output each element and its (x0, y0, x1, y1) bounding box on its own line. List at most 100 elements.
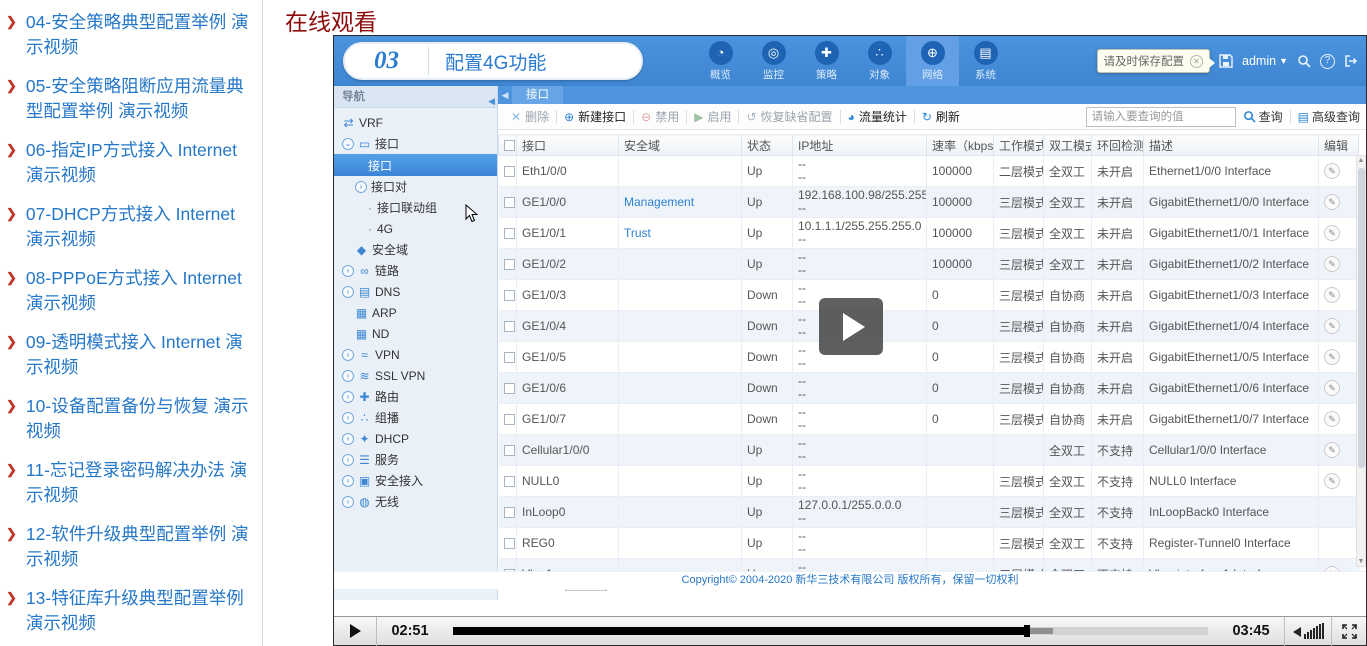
search-input[interactable] (1085, 106, 1236, 127)
expand-icon[interactable]: › (342, 390, 354, 403)
column-header[interactable]: 安全域 (618, 134, 742, 156)
nav-item-wireless[interactable]: › ◍ 无线 (334, 491, 497, 512)
tutorial-link[interactable]: ❯ 08-PPPoE方式接入 Internet 演示视频 (6, 266, 256, 316)
row-checkbox[interactable] (503, 321, 515, 333)
tutorial-link[interactable]: ❯ 07-DHCP方式接入 Internet 演示视频 (6, 202, 256, 252)
row-checkbox[interactable] (503, 476, 515, 488)
expand-icon[interactable]: › (342, 411, 354, 424)
nav-item-ssl-vpn[interactable]: › ≋ SSL VPN (334, 365, 497, 386)
top-nav-policy[interactable]: ✚ 策略 (800, 36, 853, 86)
column-header[interactable]: 工作模式 (993, 134, 1044, 156)
column-header[interactable]: IP地址 (792, 134, 927, 156)
tutorial-link[interactable]: ❯ 09-透明模式接入 Internet 演示视频 (6, 330, 256, 380)
expand-icon[interactable]: › (342, 348, 354, 361)
expand-icon[interactable]: › (342, 264, 354, 277)
row-checkbox[interactable] (503, 352, 515, 364)
expand-icon[interactable]: ⌄ (342, 137, 354, 150)
nav-collapse-icon[interactable]: ◀ (488, 90, 495, 112)
user-menu[interactable]: admin ▼ (1242, 54, 1288, 68)
edit-icon[interactable]: ✎ (1324, 256, 1340, 272)
nav-item-services[interactable]: › ☰ 服务 (334, 449, 497, 470)
edit-icon[interactable]: ✎ (1324, 349, 1340, 365)
save-icon[interactable] (1219, 54, 1233, 68)
panel-collapse-icon[interactable]: ◀ (498, 86, 512, 104)
scroll-down-icon[interactable]: ▼ (1357, 558, 1365, 565)
query-button[interactable]: 查询 (1243, 108, 1283, 125)
tutorial-link[interactable]: ❯ 12-软件升级典型配置举例 演示视频 (6, 522, 256, 572)
top-nav-system[interactable]: ▤ 系统 (959, 36, 1012, 86)
edit-icon[interactable]: ✎ (1324, 163, 1340, 179)
expand-icon[interactable]: › (342, 369, 354, 382)
row-checkbox[interactable] (503, 538, 515, 550)
seek-handle[interactable] (1023, 625, 1030, 637)
fullscreen-button[interactable] (1332, 623, 1366, 639)
top-nav-network[interactable]: ⊕ 网络 (906, 36, 959, 86)
row-checkbox[interactable] (503, 414, 515, 426)
column-header[interactable]: 接口 (516, 134, 619, 156)
nav-item-security-zone[interactable]: ◆ 安全域 (334, 239, 497, 260)
nav-item-interface-group[interactable]: ⌄ ▭ 接口 (334, 133, 497, 154)
expand-icon[interactable]: › (355, 180, 367, 193)
security-zone-link[interactable]: Management (624, 195, 694, 209)
column-header[interactable]: 速率（kbps） (926, 134, 994, 156)
top-nav-monitor[interactable]: ◎ 监控 (747, 36, 800, 86)
tab-interface[interactable]: 接口 (512, 86, 563, 104)
edit-icon[interactable]: ✎ (1324, 318, 1340, 334)
row-checkbox[interactable] (503, 507, 515, 519)
tutorial-link[interactable]: ❯ 04-安全策略典型配置举例 演示视频 (6, 10, 256, 60)
nav-item-vpn[interactable]: › ≈ VPN (334, 344, 497, 365)
nav-item-dhcp[interactable]: › ✦ DHCP (334, 428, 497, 449)
column-header[interactable]: 编辑 (1318, 134, 1359, 156)
row-checkbox[interactable] (503, 228, 515, 240)
expand-icon[interactable]: › (342, 495, 354, 508)
nav-item-vrf[interactable]: ⇄ VRF (334, 112, 497, 133)
edit-icon[interactable]: ✎ (1324, 194, 1340, 210)
disable-button[interactable]: ⊖ 禁用 (634, 108, 686, 125)
scrollbar-thumb[interactable] (1358, 168, 1365, 468)
nav-item-interface[interactable]: 接口 (334, 154, 497, 176)
row-checkbox[interactable] (503, 445, 515, 457)
tutorial-link[interactable]: ❯ 13-特征库升级典型配置举例 演示视频 (6, 586, 256, 636)
select-all-checkbox[interactable] (504, 140, 515, 152)
row-checkbox[interactable] (503, 166, 515, 178)
tutorial-link[interactable]: ❯ 06-指定IP方式接入 Internet 演示视频 (6, 138, 256, 188)
seek-bar[interactable] (453, 625, 1208, 637)
logout-icon[interactable] (1344, 54, 1358, 68)
edit-icon[interactable]: ✎ (1324, 442, 1340, 458)
play-button[interactable] (334, 624, 376, 638)
edit-icon[interactable]: ✎ (1324, 225, 1340, 241)
enable-button[interactable]: ▶ 启用 (687, 108, 738, 125)
nav-item-arp[interactable]: ▦ ARP (334, 302, 497, 323)
restore-default-button[interactable]: ↺ 恢复缺省配置 (739, 108, 839, 125)
volume-button[interactable] (1285, 623, 1331, 639)
row-checkbox[interactable] (503, 383, 515, 395)
scroll-up-icon[interactable]: ▲ (1357, 157, 1365, 164)
nav-item-multicast[interactable]: › ∴ 组播 (334, 407, 497, 428)
column-header[interactable]: 描述 (1143, 134, 1319, 156)
tutorial-link[interactable]: ❯ 10-设备配置备份与恢复 演示视频 (6, 394, 256, 444)
top-nav-overview[interactable]: ◔ 概览 (694, 36, 747, 86)
edit-icon[interactable]: ✎ (1324, 473, 1340, 489)
row-checkbox[interactable] (503, 259, 515, 271)
video-screen[interactable]: 03 配置4G功能 ◔ 概览 ◎ 监控 ✚ 策略 ∴ 对象 ⊕ 网络 ▤ 系统 请及时保存配置 ✕ a… (334, 36, 1366, 618)
expand-icon[interactable]: › (342, 285, 354, 298)
expand-icon[interactable]: › (342, 432, 354, 445)
column-header[interactable]: 双工模式 (1043, 134, 1092, 156)
edit-icon[interactable]: ✎ (1324, 380, 1340, 396)
nav-item-nd[interactable]: ▦ ND (334, 323, 497, 344)
help-icon[interactable]: ? (1320, 53, 1335, 69)
edit-icon[interactable]: ✎ (1324, 287, 1340, 303)
nav-item-link[interactable]: › ∞ 链路 (334, 260, 497, 281)
table-scrollbar[interactable]: ▲ ▼ (1356, 155, 1366, 567)
delete-button[interactable]: ✕ 删除 (504, 108, 556, 125)
tutorial-link[interactable]: ❯ 11-忘记登录密码解决办法 演示视频 (6, 458, 256, 508)
tooltip-close-icon[interactable]: ✕ (1190, 54, 1204, 68)
nav-item-dns[interactable]: › ▤ DNS (334, 281, 497, 302)
new-interface-button[interactable]: ⊕ 新建接口 (557, 108, 633, 125)
nav-item-interface-pair[interactable]: › 接口对 (334, 176, 497, 197)
edit-icon[interactable]: ✎ (1324, 411, 1340, 427)
row-checkbox[interactable] (503, 197, 515, 209)
refresh-button[interactable]: ↻ 刷新 (915, 108, 967, 125)
expand-icon[interactable]: › (342, 474, 354, 487)
search-icon[interactable] (1297, 54, 1311, 68)
